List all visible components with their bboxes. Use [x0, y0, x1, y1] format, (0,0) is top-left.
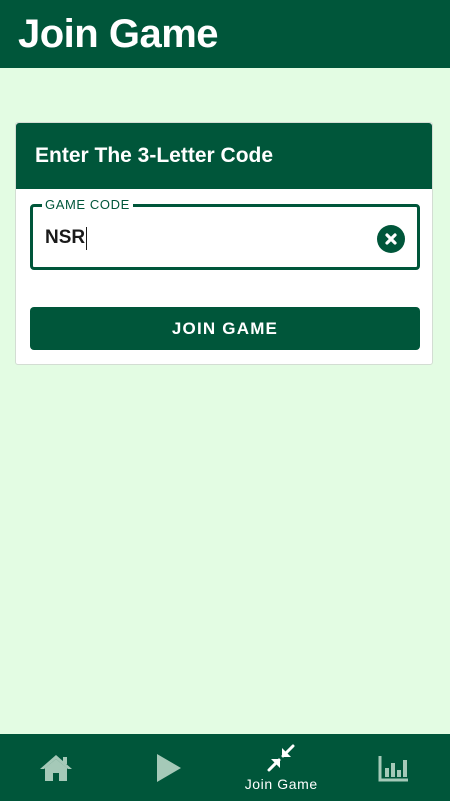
nav-item-play[interactable] [113, 734, 226, 801]
play-icon [156, 753, 181, 782]
close-circle-icon [385, 233, 397, 245]
bar-chart-icon [378, 755, 408, 781]
card-header: Enter The 3-Letter Code [16, 123, 432, 189]
text-caret [86, 227, 87, 250]
bottom-navigation: Join Game [0, 734, 450, 801]
join-arrows-icon [267, 744, 295, 771]
nav-item-home[interactable] [0, 734, 113, 801]
nav-item-join-game[interactable]: Join Game [225, 734, 338, 801]
game-code-field[interactable]: GAME CODE [30, 197, 420, 270]
game-code-input[interactable] [45, 226, 365, 250]
join-game-button[interactable]: JOIN GAME [30, 307, 420, 350]
game-code-label: GAME CODE [42, 197, 133, 212]
nav-item-label: Join Game [244, 775, 318, 792]
app-bar: Join Game [0, 0, 450, 68]
card-title: Enter The 3-Letter Code [35, 144, 274, 167]
page-title: Join Game [18, 12, 219, 56]
clear-input-button[interactable] [377, 225, 405, 253]
home-icon [40, 754, 73, 781]
join-game-card: Enter The 3-Letter Code GAME CODE JOIN G… [15, 122, 433, 365]
nav-item-stats[interactable] [338, 734, 450, 801]
